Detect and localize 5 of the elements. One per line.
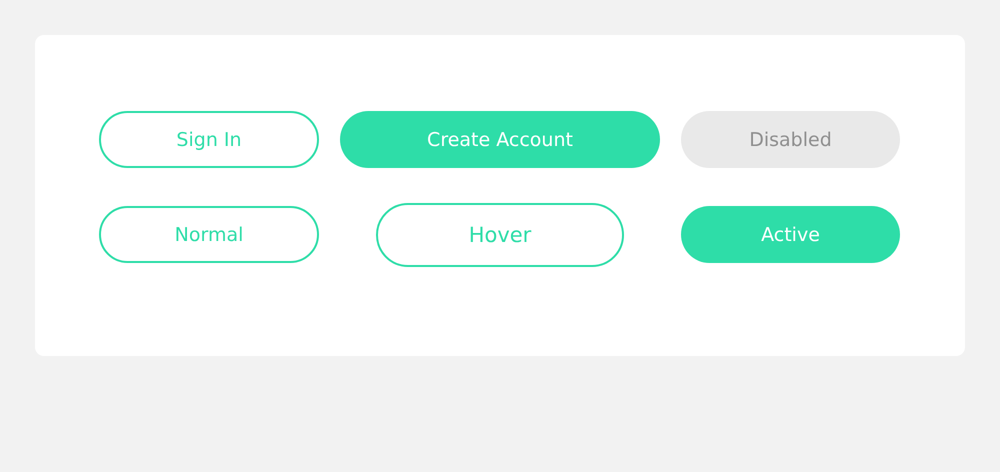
filled-button[interactable]: Active [681,206,900,263]
hover-button[interactable]: Hover [376,202,624,266]
outline-button[interactable]: Normal [99,206,319,263]
filled-button[interactable]: Create Account [340,111,660,168]
outline-button[interactable]: Sign In [99,111,319,168]
